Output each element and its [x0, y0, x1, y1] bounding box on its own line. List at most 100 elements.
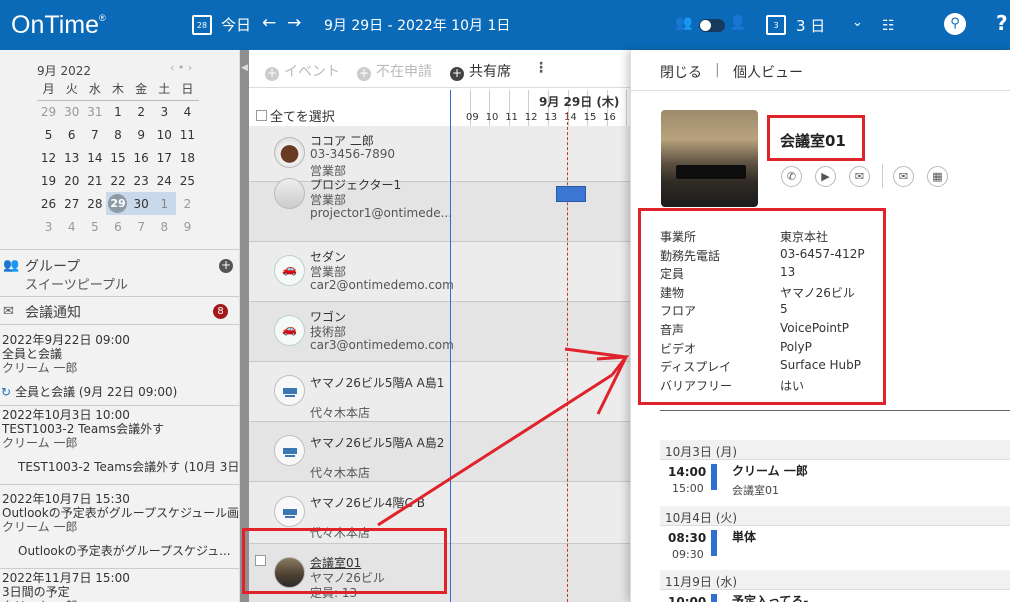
- calendar-day[interactable]: 4: [60, 215, 83, 238]
- event-start-time[interactable]: 08:30: [668, 531, 706, 545]
- calendar-day[interactable]: 12: [37, 146, 60, 169]
- calendar-day[interactable]: 5: [37, 123, 60, 146]
- resource-row[interactable]: セダン営業部car2@ontimedemo.com: [249, 242, 630, 302]
- event-title[interactable]: 単体: [732, 528, 756, 545]
- days-selector[interactable]: 3 日: [796, 15, 825, 36]
- event-block[interactable]: [556, 186, 586, 202]
- notification-time[interactable]: 2022年9月22日 09:00: [2, 333, 130, 347]
- calendar-day[interactable]: 18: [176, 146, 199, 169]
- calendar-day[interactable]: 6: [60, 123, 83, 146]
- calendar-day[interactable]: 29: [37, 100, 60, 123]
- calendar-day[interactable]: 14: [83, 146, 106, 169]
- notification-link[interactable]: Outlookの予定表がグループスケジュ...: [18, 542, 231, 559]
- resource-row[interactable]: ヤマノ26ビル5階A A島2 代々木本店: [249, 422, 630, 482]
- event-title[interactable]: 予定入ってる-: [732, 592, 808, 602]
- event-start-time[interactable]: 10:00: [668, 595, 706, 602]
- calendar-day[interactable]: 10: [153, 123, 176, 146]
- calendar-day[interactable]: 2: [130, 100, 153, 123]
- notification-time[interactable]: 2022年10月3日 10:00: [2, 408, 130, 422]
- calendar-day[interactable]: 5: [83, 215, 106, 238]
- help-icon[interactable]: ?: [996, 11, 1008, 35]
- resource-row[interactable]: ココア 二郎 03-3456-7890 営業部: [249, 126, 630, 182]
- calendar-day[interactable]: 30: [60, 100, 83, 123]
- sidebar-collapse-handle[interactable]: ◀: [240, 50, 249, 602]
- calendar-day[interactable]: 23: [130, 169, 153, 192]
- add-group-button[interactable]: +: [219, 259, 233, 273]
- calendar-day[interactable]: 3: [153, 100, 176, 123]
- calendar-day[interactable]: 30: [129, 192, 153, 215]
- notification-title[interactable]: TEST1003-2 Teams会議外す: [2, 422, 164, 436]
- person-icon[interactable]: 👤: [729, 15, 746, 31]
- group-name[interactable]: スイーツピープル: [25, 274, 128, 293]
- group-title[interactable]: グループ: [25, 256, 80, 276]
- add-event-button[interactable]: + イベント: [265, 61, 340, 81]
- calendar-day[interactable]: 15: [106, 146, 129, 169]
- notification-title[interactable]: Outlookの予定表がグループスケジュール画: [2, 506, 239, 520]
- chat-icon[interactable]: ✉: [849, 166, 870, 187]
- resource-name[interactable]: ヤマノ26ビル5階A A島1: [310, 374, 444, 391]
- calendar-day[interactable]: 13: [60, 146, 83, 169]
- notification-time[interactable]: 2022年10月7日 15:30: [2, 492, 130, 506]
- resource-name[interactable]: ヤマノ26ビル4階C B: [310, 494, 425, 511]
- close-button[interactable]: 閉じる: [660, 62, 702, 82]
- calendar-day[interactable]: 1: [106, 100, 129, 123]
- calendar-today-icon[interactable]: 28: [192, 15, 212, 35]
- calendar-day[interactable]: 27: [60, 192, 83, 215]
- calendar-day[interactable]: 8: [106, 123, 129, 146]
- resource-row[interactable]: ワゴン技術部car3@ontimedemo.com: [249, 302, 630, 362]
- calendar-day[interactable]: 1: [152, 192, 176, 215]
- calendar-day[interactable]: 22: [106, 169, 129, 192]
- event-title[interactable]: クリーム 一郎: [732, 462, 808, 479]
- calendar-day[interactable]: 7: [130, 215, 153, 238]
- mini-calendar-nav[interactable]: ‹ • ›: [170, 61, 192, 74]
- calendar-day[interactable]: 2: [176, 192, 199, 215]
- settings-sliders-icon[interactable]: ☷: [882, 18, 895, 34]
- calendar-day[interactable]: 28: [83, 192, 106, 215]
- select-all-checkbox[interactable]: [256, 110, 267, 121]
- event-start-time[interactable]: 14:00: [668, 465, 706, 479]
- mail-icon[interactable]: ✉: [893, 166, 914, 187]
- notification-title[interactable]: 3日間の予定: [2, 585, 70, 599]
- select-all-label[interactable]: 全てを選択: [270, 106, 335, 125]
- shared-seat-button[interactable]: + 共有席: [450, 61, 511, 81]
- calendar-day[interactable]: 4: [176, 100, 199, 123]
- more-menu-icon[interactable]: ⋮: [534, 60, 548, 76]
- today-button[interactable]: 今日: [221, 14, 251, 35]
- calendar-day[interactable]: 21: [83, 169, 106, 192]
- video-icon[interactable]: ▶: [815, 166, 836, 187]
- notification-title[interactable]: 全員と会議: [2, 347, 62, 361]
- resource-row[interactable]: ヤマノ26ビル5階A A島1 代々木本店: [249, 362, 630, 422]
- calendar-day[interactable]: 17: [153, 146, 176, 169]
- calendar-day[interactable]: 3: [37, 215, 60, 238]
- calendar-day[interactable]: 16: [130, 146, 153, 169]
- calendar-day[interactable]: 8: [153, 215, 176, 238]
- personal-view-button[interactable]: 個人ビュー: [733, 62, 803, 82]
- phone-icon[interactable]: ✆: [781, 166, 802, 187]
- calendar-days-icon[interactable]: 3: [766, 15, 786, 35]
- notification-time[interactable]: 2022年11月7日 15:00: [2, 571, 130, 585]
- chevron-down-icon[interactable]: ⌄: [852, 15, 863, 30]
- calendar-day-today[interactable]: 29: [106, 192, 130, 215]
- calendar-day[interactable]: 25: [176, 169, 199, 192]
- calendar-day[interactable]: 31: [83, 100, 106, 123]
- search-icon[interactable]: ⚲: [944, 13, 966, 35]
- calendar-day[interactable]: 11: [176, 123, 199, 146]
- calendar-day[interactable]: 19: [37, 169, 60, 192]
- ontime-logo[interactable]: OnTime®: [11, 11, 106, 40]
- calendar-day[interactable]: 7: [83, 123, 106, 146]
- notification-link[interactable]: ↻ 全員と会議 (9月 22日 09:00): [1, 383, 177, 400]
- calendar-day[interactable]: 26: [37, 192, 60, 215]
- resource-name[interactable]: ヤマノ26ビル5階A A島2: [310, 434, 444, 451]
- view-toggle[interactable]: [699, 19, 725, 32]
- group-people-icon[interactable]: 👥: [675, 15, 692, 31]
- calendar-day[interactable]: 20: [60, 169, 83, 192]
- calendar-icon[interactable]: ▦: [927, 166, 948, 187]
- notifications-title[interactable]: 会議通知: [25, 302, 81, 322]
- calendar-day[interactable]: 24: [153, 169, 176, 192]
- prev-arrow-icon[interactable]: ←: [262, 13, 276, 33]
- calendar-day[interactable]: 6: [106, 215, 129, 238]
- next-arrow-icon[interactable]: →: [287, 13, 301, 33]
- calendar-day[interactable]: 9: [130, 123, 153, 146]
- calendar-day[interactable]: 9: [176, 215, 199, 238]
- absence-request-button[interactable]: + 不在申請: [357, 61, 432, 81]
